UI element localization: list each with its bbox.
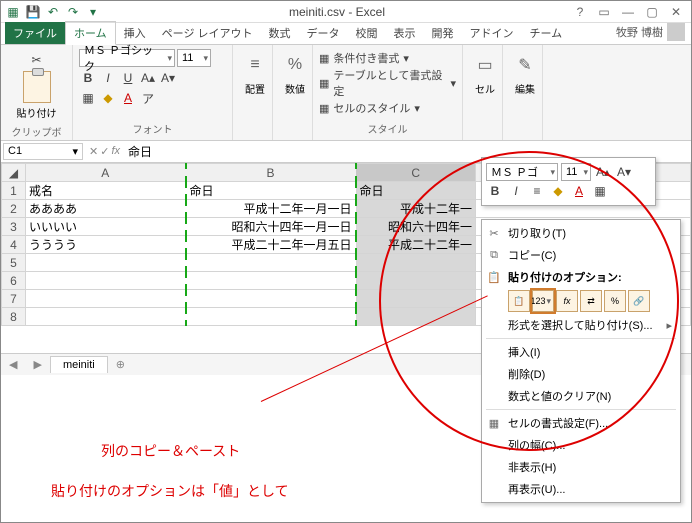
mini-bold-button[interactable]: B: [486, 182, 504, 200]
excel-icon: ▦: [5, 4, 21, 20]
mini-fill-icon[interactable]: ◆: [549, 182, 567, 200]
sheet-nav-next[interactable]: ▶: [25, 358, 49, 371]
ctx-hide[interactable]: 非表示(H): [482, 456, 680, 478]
mini-shrink-icon[interactable]: A▾: [615, 163, 633, 181]
tab-review[interactable]: 校閲: [348, 22, 386, 44]
font-select[interactable]: ＭＳ Ｐゴシック: [79, 49, 175, 67]
help-icon[interactable]: ?: [569, 3, 591, 21]
close-icon[interactable]: ✕: [665, 3, 687, 21]
copy-icon: ⧉: [486, 249, 502, 262]
tab-addin[interactable]: アドイン: [462, 22, 522, 44]
ctx-insert[interactable]: 挿入(I): [482, 341, 680, 363]
sheet-tab[interactable]: meiniti: [50, 356, 108, 373]
select-all[interactable]: ◢: [2, 164, 26, 182]
shrink-font-icon[interactable]: A▾: [159, 69, 177, 87]
ctx-cut[interactable]: ✂切り取り(T): [482, 222, 680, 244]
paste-opt-values[interactable]: 123: [532, 290, 554, 312]
tab-page[interactable]: ページ レイアウト: [154, 22, 261, 44]
table-format-button[interactable]: ▦テーブルとして書式設定 ▾: [319, 67, 456, 99]
mini-toolbar: ＭＳ Ｐゴ 11 A▴ A▾ B I ≡ ◆ A ▦: [481, 157, 656, 206]
font-color-button[interactable]: A: [119, 89, 137, 107]
context-menu: ✂切り取り(T) ⧉コピー(C) 📋貼り付けのオプション: 📋 123 fx ⇄…: [481, 219, 681, 503]
paste-opt-transpose[interactable]: ⇄: [580, 290, 602, 312]
paste-button[interactable]: ✂ 貼り付け: [7, 49, 66, 122]
paste-opt-all[interactable]: 📋: [508, 290, 530, 312]
mini-align-icon[interactable]: ≡: [528, 182, 546, 200]
tab-data[interactable]: データ: [299, 22, 348, 44]
paste-opt-link[interactable]: 🔗: [628, 290, 650, 312]
edit-button[interactable]: ✎編集: [509, 49, 541, 96]
tab-formula[interactable]: 数式: [261, 22, 299, 44]
enter-fx-icon[interactable]: ✓: [100, 145, 109, 158]
new-sheet-icon[interactable]: ⊕: [108, 358, 133, 371]
sheet-nav-prev[interactable]: ◀: [1, 358, 25, 371]
ctx-paste-special[interactable]: 形式を選択して貼り付け(S)...▸: [482, 314, 680, 336]
cell-style-button[interactable]: ▦セルのスタイル ▾: [319, 100, 456, 116]
annotation-text-1: 列のコピー＆ペースト: [101, 441, 240, 461]
tab-dev[interactable]: 開発: [424, 22, 462, 44]
ctx-delete[interactable]: 削除(D): [482, 363, 680, 385]
annotation-text-2: 貼り付けのオプションは「値」として: [51, 481, 289, 501]
maximize-icon[interactable]: ▢: [641, 3, 663, 21]
tab-team[interactable]: チーム: [522, 22, 571, 44]
avatar-icon: [667, 23, 685, 41]
number-button[interactable]: %数値: [279, 49, 311, 96]
cond-format-button[interactable]: ▦条件付き書式 ▾: [319, 50, 456, 66]
fx-icon[interactable]: fx: [111, 145, 120, 158]
save-icon[interactable]: 💾: [25, 4, 41, 20]
tab-view[interactable]: 表示: [386, 22, 424, 44]
col-header-c[interactable]: C: [356, 164, 476, 182]
ctx-unhide[interactable]: 再表示(U)...: [482, 478, 680, 500]
align-button[interactable]: ≡配置: [239, 49, 271, 96]
mini-size-select[interactable]: 11: [561, 163, 591, 181]
ctx-copy[interactable]: ⧉コピー(C): [482, 244, 680, 266]
fill-color-button[interactable]: ◆: [99, 89, 117, 107]
ribbon-opts-icon[interactable]: ▭: [593, 3, 615, 21]
cut-icon[interactable]: ✂: [28, 51, 46, 69]
mini-grow-icon[interactable]: A▴: [594, 163, 612, 181]
tab-insert[interactable]: 挿入: [116, 22, 154, 44]
paste-opt-formatting[interactable]: %: [604, 290, 626, 312]
mini-fontcolor-icon[interactable]: A: [570, 182, 588, 200]
fontsize-select[interactable]: 11: [177, 49, 211, 67]
col-header-b[interactable]: B: [186, 164, 356, 182]
window-title: meiniti.csv - Excel: [105, 5, 569, 19]
phonetic-icon[interactable]: ア: [139, 89, 157, 107]
border-button[interactable]: ▦: [79, 89, 97, 107]
qat-more-icon[interactable]: ▾: [85, 4, 101, 20]
ctx-paste-options-label: 📋貼り付けのオプション:: [482, 266, 680, 288]
clipboard-icon: [23, 71, 51, 103]
tab-file[interactable]: ファイル: [5, 22, 65, 44]
redo-icon[interactable]: ↷: [65, 4, 81, 20]
paste-icon: 📋: [486, 271, 502, 284]
format-icon: ▦: [486, 417, 502, 430]
mini-italic-button[interactable]: I: [507, 182, 525, 200]
scissors-icon: ✂: [486, 227, 502, 240]
ctx-col-width[interactable]: 列の幅(C)...: [482, 434, 680, 456]
undo-icon[interactable]: ↶: [45, 4, 61, 20]
group-font: フォント: [79, 119, 226, 136]
ctx-clear[interactable]: 数式と値のクリア(N): [482, 385, 680, 407]
group-styles: スタイル: [319, 119, 456, 136]
paste-opt-formulas[interactable]: fx: [556, 290, 578, 312]
user-name[interactable]: 牧野 博樹: [610, 20, 691, 44]
cells-button[interactable]: ▭セル: [469, 49, 501, 96]
mini-border-icon[interactable]: ▦: [591, 182, 609, 200]
name-box[interactable]: C1▾: [3, 143, 83, 160]
minimize-icon[interactable]: —: [617, 3, 639, 21]
mini-font-select[interactable]: ＭＳ Ｐゴ: [486, 163, 558, 181]
col-header-a[interactable]: A: [26, 164, 186, 182]
cancel-fx-icon[interactable]: ✕: [89, 145, 98, 158]
ctx-format-cells[interactable]: ▦セルの書式設定(F)...: [482, 412, 680, 434]
